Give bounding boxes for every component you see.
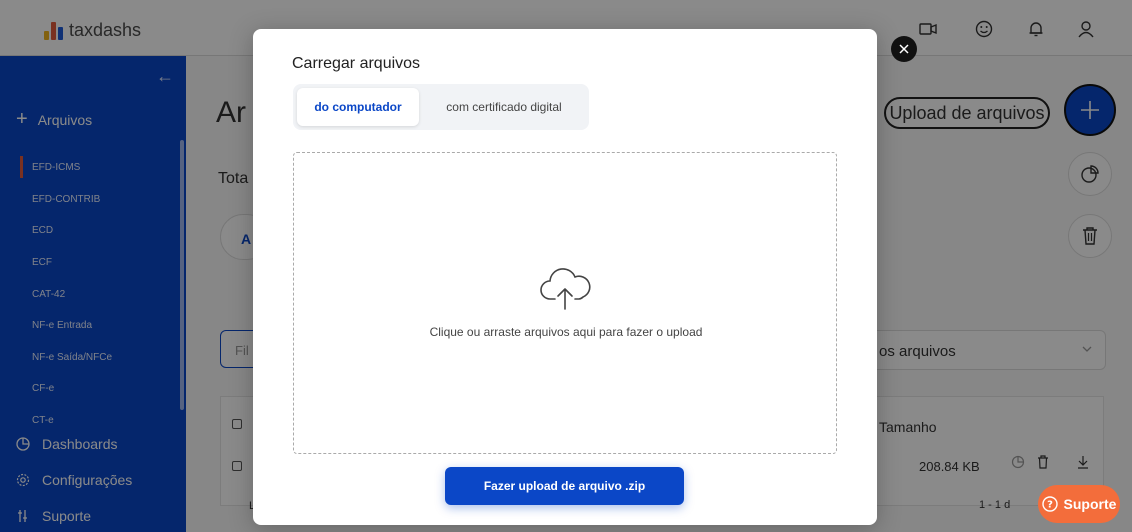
svg-text:?: ? — [1047, 500, 1053, 511]
close-modal-button[interactable] — [891, 36, 917, 62]
tab-do-computador[interactable]: do computador — [297, 88, 419, 126]
dropzone-instructions: Clique ou arraste arquivos aqui para faz… — [429, 325, 703, 339]
dialog-title: Carregar arquivos — [292, 55, 421, 72]
upload-source-tabs: do computador com certificado digital — [293, 84, 589, 130]
help-circle-icon: ? — [1041, 496, 1058, 512]
support-button[interactable]: ? Suporte — [1038, 485, 1120, 523]
file-dropzone[interactable]: Clique ou arraste arquivos aqui para faz… — [293, 152, 837, 454]
support-label: Suporte — [1063, 496, 1117, 512]
cloud-upload-icon — [540, 268, 591, 310]
tab-certificado-digital[interactable]: com certificado digital — [423, 88, 585, 126]
close-icon — [899, 44, 909, 54]
upload-dialog: Carregar arquivos do computador com cert… — [253, 29, 877, 525]
upload-zip-button[interactable]: Fazer upload de arquivo .zip — [445, 467, 684, 505]
